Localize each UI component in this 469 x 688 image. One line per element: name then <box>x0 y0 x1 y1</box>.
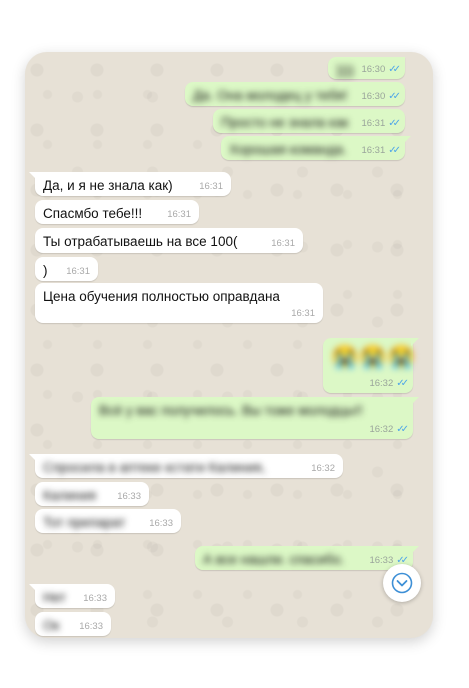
message-time: 16:33 <box>149 518 173 529</box>
read-check-icon: ✓✓ <box>388 64 401 75</box>
message-text: Просто не знала как <box>221 115 349 130</box>
message-outgoing[interactable]: 😭😭😭 16:32 ✓✓ <box>323 338 419 393</box>
emoji-row: 😭😭😭 <box>331 344 417 369</box>
message-incoming[interactable]: Тот препарат 16:33 <box>35 509 181 533</box>
message-outgoing[interactable]: Да. Она молодец у тебя! 16:30 ✓✓ <box>185 82 405 106</box>
message-text: )))) <box>336 63 354 78</box>
message-text: Спросила в аптеке кстати Калиния, <box>43 460 266 475</box>
message-time: 16:30 <box>361 64 386 75</box>
read-check-icon: ✓✓ <box>396 424 409 435</box>
message-time: 16:31 <box>271 238 295 249</box>
message-time: 16:32 <box>311 463 335 474</box>
message-incoming[interactable]: Да, и я не знала как) 16:31 <box>29 172 231 196</box>
message-text: ) <box>43 263 48 278</box>
message-text: Калиния <box>43 488 97 503</box>
message-time: 16:33 <box>83 593 107 604</box>
message-incoming[interactable]: Нет 16:33 <box>29 584 115 608</box>
message-outgoing[interactable]: Просто не знала как 16:31 ✓✓ <box>213 109 405 133</box>
message-time: 16:31 <box>199 181 223 192</box>
message-time: 16:31 <box>361 145 386 156</box>
message-text: Да. Она молодец у тебя! <box>193 88 348 103</box>
message-incoming[interactable]: Ты отрабатываешь на все 100( 16:31 <box>35 228 303 253</box>
message-incoming[interactable]: Калиния 16:33 <box>35 482 149 506</box>
message-text: Спасмбо тебе!!! <box>43 206 143 221</box>
read-check-icon: ✓✓ <box>388 118 401 129</box>
chevron-down-icon <box>391 572 413 594</box>
message-incoming[interactable]: Ок 16:33 <box>35 612 111 636</box>
message-text: А все нашли. спасибо. <box>203 552 345 567</box>
message-time: 16:31 <box>361 118 386 129</box>
read-check-icon: ✓✓ <box>388 145 401 156</box>
message-time: 16:30 <box>361 91 386 102</box>
message-time: 16:33 <box>117 491 141 502</box>
scroll-down-button[interactable] <box>383 564 421 602</box>
message-outgoing[interactable]: А все нашли. спасибо. 16:33 ✓✓ <box>195 546 419 570</box>
message-incoming[interactable]: Цена обучения полностью оправдана 16:31 <box>35 283 323 323</box>
message-outgoing[interactable]: Всё у вас получилось. Вы тоже молодцы!! … <box>91 397 419 439</box>
message-time: 16:32 <box>369 378 394 389</box>
message-text: Нет <box>43 590 66 605</box>
message-outgoing[interactable]: )))) 16:30 ✓✓ <box>328 57 405 79</box>
message-time: 16:32 <box>369 424 394 435</box>
message-time: 16:31 <box>167 209 191 220</box>
message-incoming[interactable]: ) 16:31 <box>35 257 98 281</box>
message-time: 16:33 <box>79 621 103 632</box>
message-incoming[interactable]: Спросила в аптеке кстати Калиния, 16:32 <box>29 454 343 478</box>
message-text: Цена обучения полностью оправдана <box>43 289 280 304</box>
chat-window[interactable]: )))) 16:30 ✓✓ Да. Она молодец у тебя! 16:… <box>25 52 433 638</box>
message-text: Всё у вас получилось. Вы тоже молодцы!! <box>99 403 363 418</box>
message-outgoing[interactable]: Хорошая команда. 16:31 ✓✓ <box>221 136 411 160</box>
message-text: Тот препарат <box>43 515 126 530</box>
message-text: Ты отрабатываешь на все 100( <box>43 234 238 249</box>
message-incoming[interactable]: Спасмбо тебе!!! 16:31 <box>35 200 199 224</box>
message-text: Да, и я не знала как) <box>43 178 173 193</box>
message-text: Хорошая команда. <box>229 142 347 157</box>
message-time: 16:33 <box>369 555 394 566</box>
message-time: 16:31 <box>291 308 315 319</box>
message-text: Ок <box>43 618 60 633</box>
message-time: 16:31 <box>66 266 90 277</box>
read-check-icon: ✓✓ <box>396 378 409 389</box>
read-check-icon: ✓✓ <box>388 91 401 102</box>
